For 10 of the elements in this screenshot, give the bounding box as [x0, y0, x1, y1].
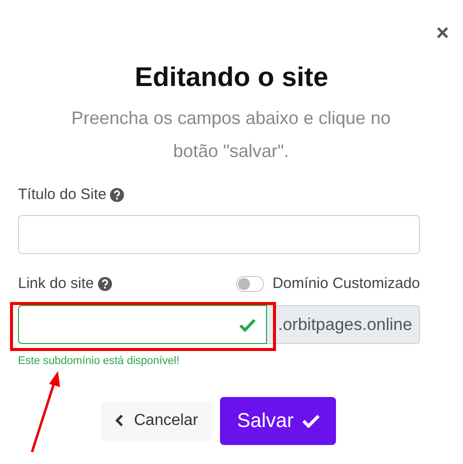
switch-label: Domínio Customizado: [272, 274, 420, 294]
validation-message: Este subdomínio está disponível!: [18, 354, 180, 369]
field-label: Título do Site: [18, 185, 106, 205]
save-button[interactable]: Salvar: [220, 396, 336, 444]
dialog-title: Editando o site: [134, 61, 330, 94]
domain-suffix: .orbitpages.online: [267, 305, 420, 344]
close-button[interactable]: ×: [434, 20, 451, 46]
field-label: Link do site: [18, 274, 94, 294]
cancel-button[interactable]: Cancelar: [101, 400, 212, 440]
dialog-subtitle: Preencha os campos abaixo e clique no botão "salvar".: [70, 107, 392, 163]
